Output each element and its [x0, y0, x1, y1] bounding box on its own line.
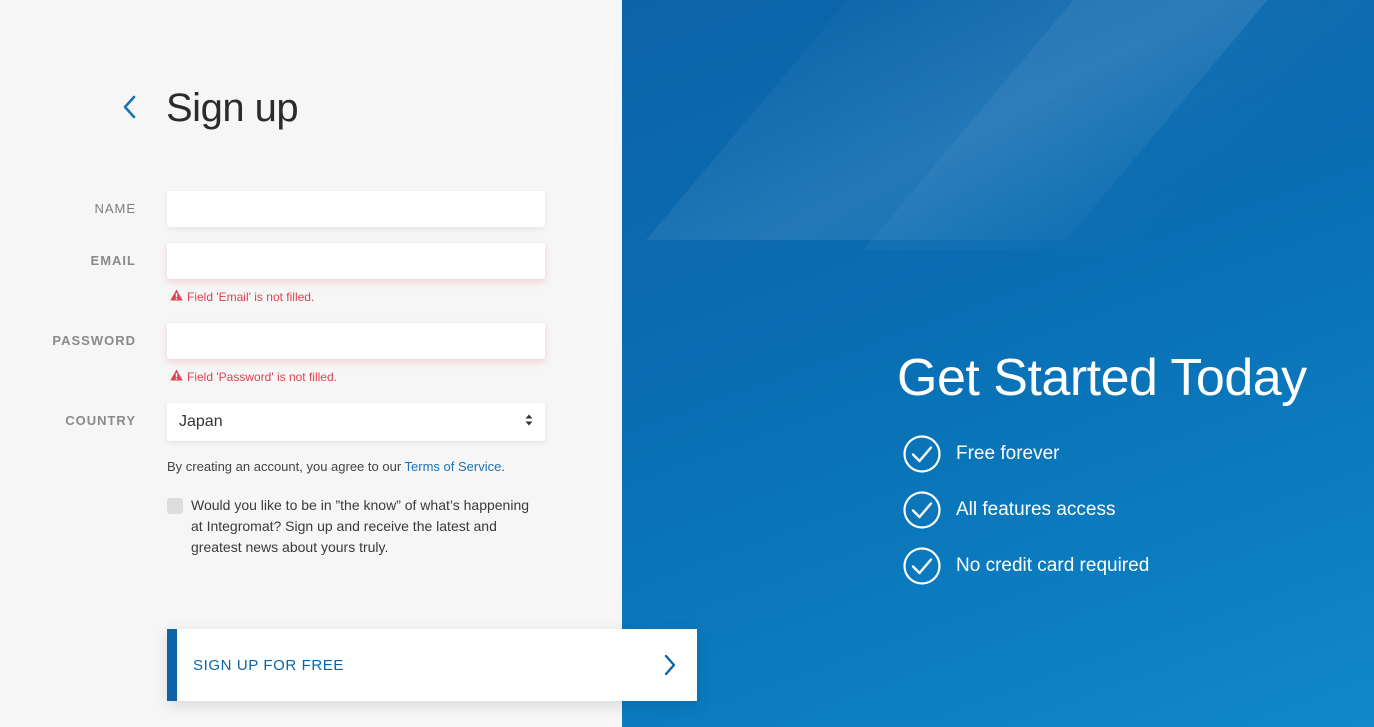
country-selected-value: Japan [179, 413, 223, 430]
page-title: Sign up [166, 86, 299, 130]
password-field[interactable] [167, 323, 545, 359]
warning-icon [170, 369, 183, 384]
check-circle-icon [903, 547, 941, 585]
benefit-item: Free forever [903, 435, 1059, 473]
benefit-text: No credit card required [956, 555, 1150, 576]
newsletter-checkbox[interactable] [167, 498, 183, 514]
terms-suffix: . [501, 459, 505, 474]
password-error-text: Field 'Password' is not filled. [187, 369, 337, 384]
name-label: NAME [94, 201, 136, 216]
button-accent-bar [167, 629, 177, 701]
hero-title: Get Started Today [897, 349, 1307, 407]
benefit-item: No credit card required [903, 547, 1149, 585]
country-label: COUNTRY [65, 413, 136, 428]
signup-button[interactable]: SIGN UP FOR FREE [167, 629, 697, 701]
signup-form-panel: Sign up NAME EMAIL Field 'Email' is not … [0, 0, 622, 727]
terms-prefix: By creating an account, you agree to our [167, 459, 405, 474]
email-label: EMAIL [90, 253, 136, 268]
warning-icon [170, 289, 183, 304]
chevron-left-icon [122, 94, 138, 125]
country-select[interactable]: Japan [167, 403, 545, 441]
select-arrows-icon [525, 413, 533, 431]
name-field[interactable] [167, 191, 545, 227]
check-circle-icon [903, 491, 941, 529]
terms-of-service-link[interactable]: Terms of Service [405, 459, 502, 474]
chevron-right-icon [663, 654, 677, 676]
email-field[interactable] [167, 243, 545, 279]
signup-page: Sign up NAME EMAIL Field 'Email' is not … [0, 0, 1374, 727]
email-error-text: Field 'Email' is not filled. [187, 289, 315, 304]
terms-notice: By creating an account, you agree to our… [167, 459, 505, 474]
password-label: PASSWORD [52, 333, 136, 348]
benefit-text: Free forever [956, 443, 1060, 464]
back-button[interactable] [116, 94, 144, 124]
benefit-text: All features access [956, 499, 1116, 520]
email-error: Field 'Email' is not filled. [170, 289, 314, 304]
benefit-item: All features access [903, 491, 1115, 529]
check-circle-icon [903, 435, 941, 473]
signup-button-label: SIGN UP FOR FREE [193, 656, 345, 674]
password-error: Field 'Password' is not filled. [170, 369, 337, 384]
newsletter-text: Would you like to be in ”the know” of wh… [191, 497, 530, 555]
